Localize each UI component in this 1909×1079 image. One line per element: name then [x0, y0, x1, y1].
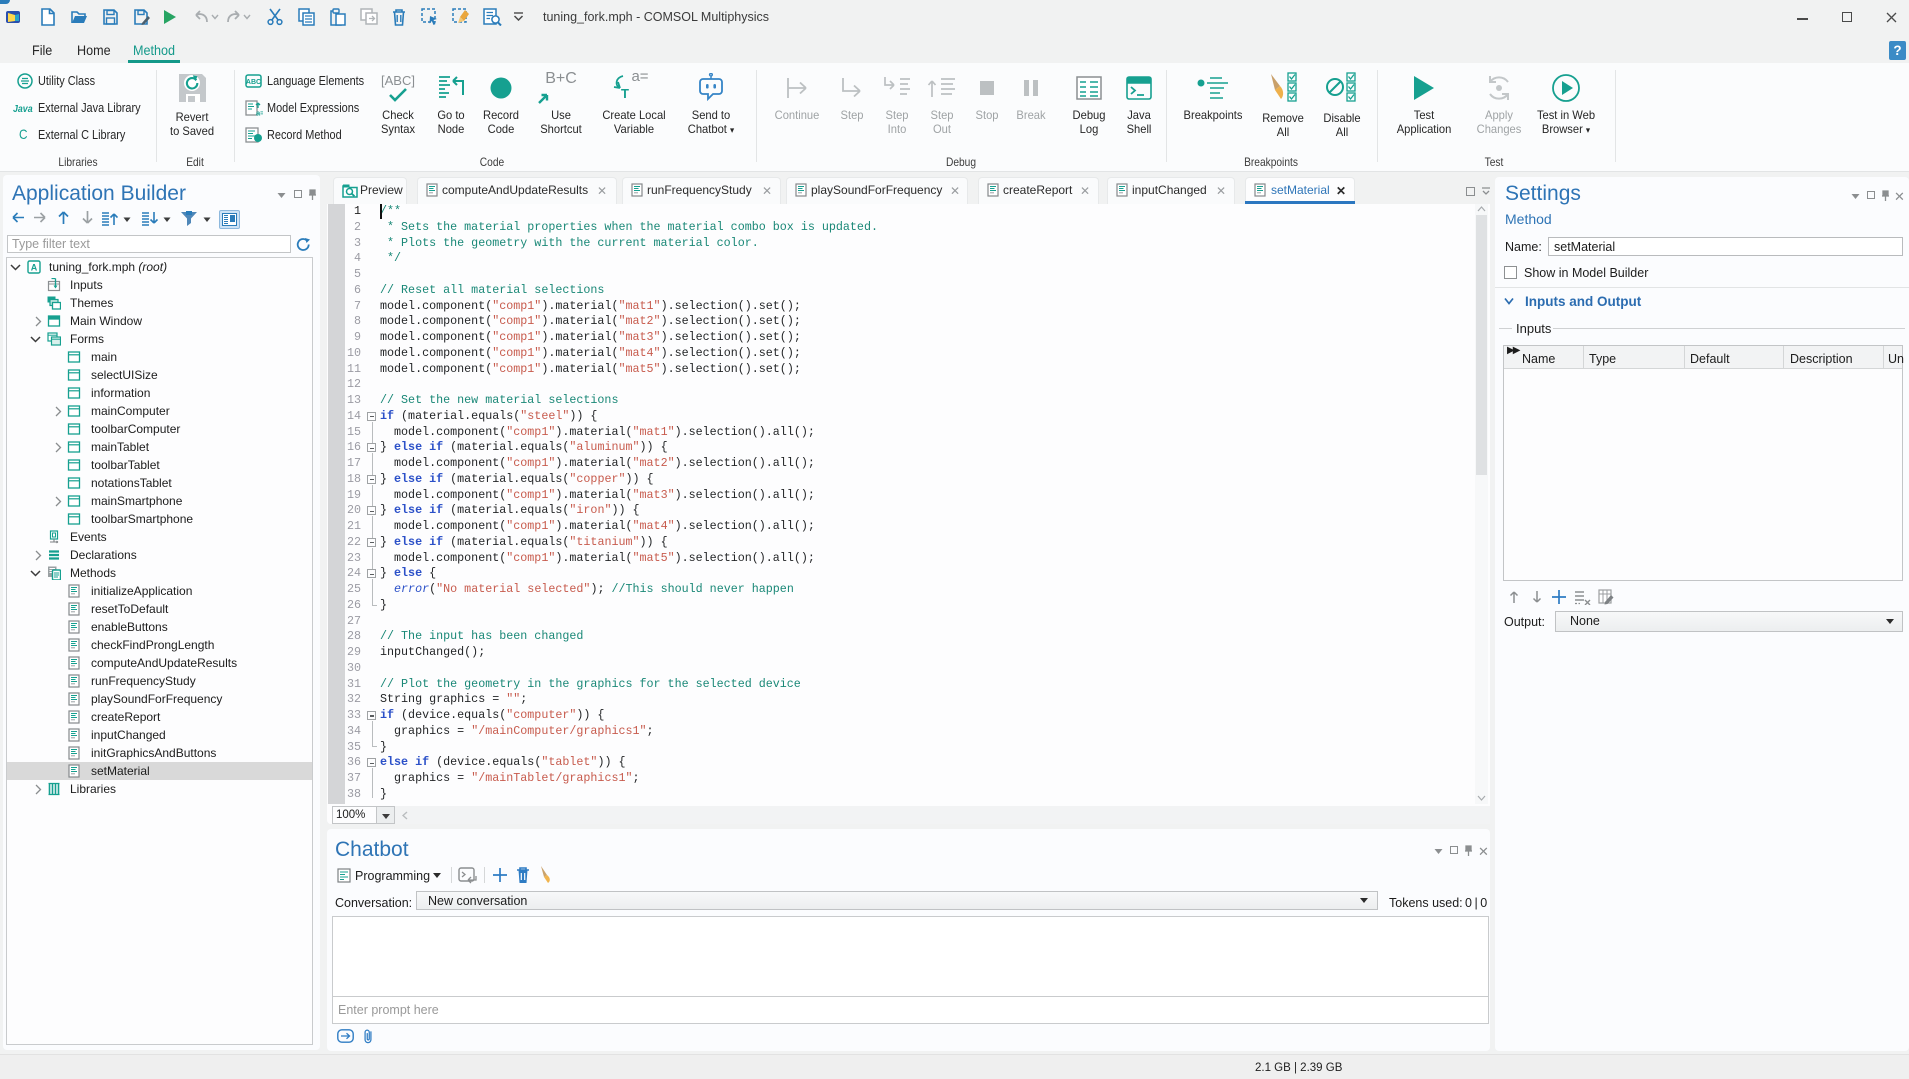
- svg-text:ABC: ABC: [246, 79, 261, 86]
- svg-text:a=: a=: [256, 109, 263, 118]
- svg-text:T: T: [621, 86, 629, 101]
